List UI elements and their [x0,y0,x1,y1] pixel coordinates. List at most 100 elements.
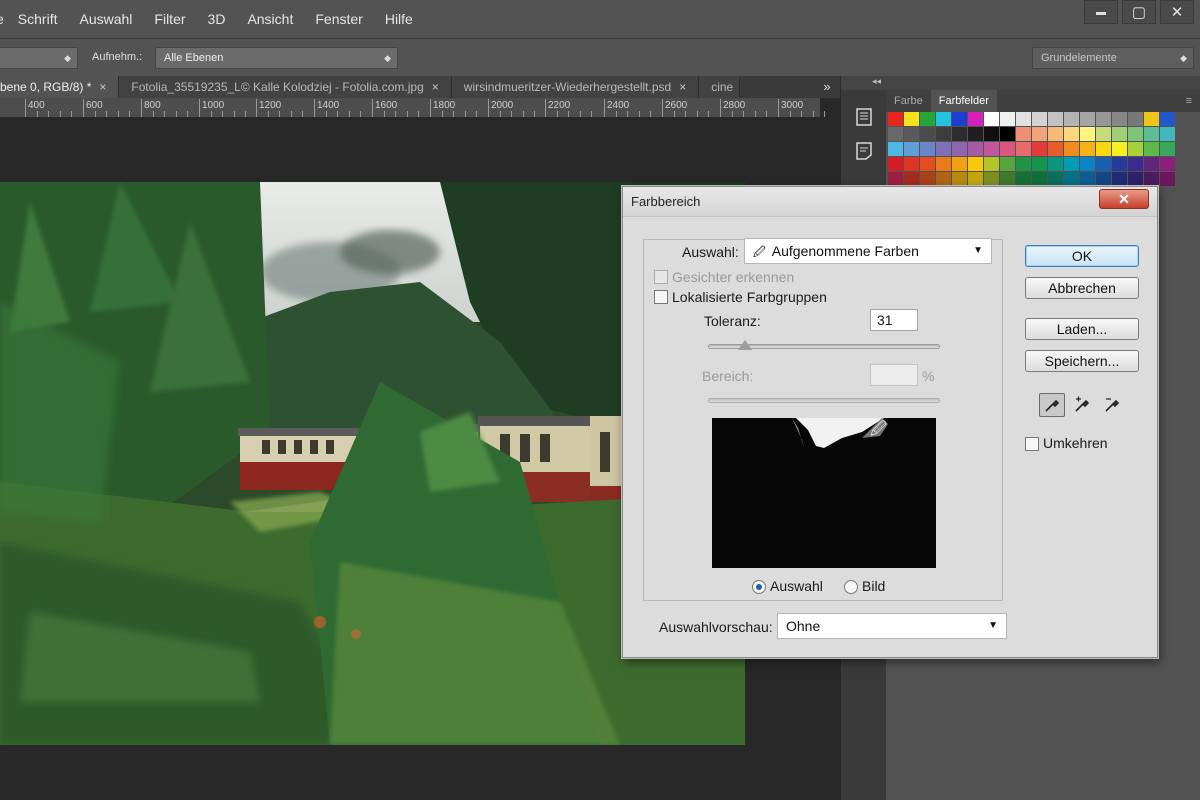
color-swatch[interactable] [1144,142,1159,156]
color-swatch[interactable] [1112,127,1127,141]
color-swatch[interactable] [920,112,935,126]
detect-faces-checkbox[interactable] [654,270,668,284]
color-swatch[interactable] [1096,157,1111,171]
color-swatch[interactable] [1128,157,1143,171]
preview-mode-select[interactable]: Ohne ▼ [777,613,1007,639]
color-swatch[interactable] [1048,157,1063,171]
menu-item-schrift[interactable]: Schrift [18,11,58,27]
color-swatch[interactable] [1144,127,1159,141]
color-swatch[interactable] [1128,127,1143,141]
load-button[interactable]: Laden... [1025,318,1139,340]
minimize-button[interactable]: ▬ [1084,0,1118,24]
color-swatch[interactable] [1000,127,1015,141]
menu-item-ansicht[interactable]: Ansicht [247,11,293,27]
color-swatch[interactable] [904,142,919,156]
color-swatch[interactable] [1080,142,1095,156]
sample-size-select[interactable]: ◆ [0,47,78,69]
color-swatch[interactable] [1112,172,1127,186]
color-swatch[interactable] [1048,112,1063,126]
invert-checkbox[interactable] [1025,437,1039,451]
color-swatch[interactable] [1160,142,1175,156]
color-swatch[interactable] [1048,172,1063,186]
color-swatch[interactable] [1112,112,1127,126]
tab-overflow-button[interactable]: » [814,76,840,98]
menu-item-filter[interactable]: Filter [154,11,185,27]
color-swatch[interactable] [968,127,983,141]
range-input[interactable] [870,364,918,386]
color-swatch[interactable] [904,157,919,171]
color-swatch[interactable] [1016,127,1031,141]
color-swatch[interactable] [936,142,951,156]
color-swatch[interactable] [920,142,935,156]
color-swatch[interactable] [1064,172,1079,186]
menu-item-fenster[interactable]: Fenster [315,11,362,27]
workspace-select[interactable]: Grundelemente ◆ [1032,47,1194,69]
ok-button[interactable]: OK [1025,245,1139,267]
color-swatch[interactable] [968,142,983,156]
radio-bild[interactable] [844,580,858,594]
color-swatch[interactable] [1032,172,1047,186]
close-tab-icon[interactable]: × [679,80,686,94]
collapse-panels-button[interactable]: ◂◂ [841,76,887,90]
color-swatch[interactable] [1144,112,1159,126]
color-swatch[interactable] [1016,172,1031,186]
menu-item-hilfe[interactable]: Hilfe [385,11,413,27]
color-swatch[interactable] [1048,127,1063,141]
color-swatch[interactable] [1016,142,1031,156]
color-swatch[interactable] [1160,157,1175,171]
color-swatch[interactable] [1112,157,1127,171]
color-swatch[interactable] [904,172,919,186]
color-swatch[interactable] [1096,172,1111,186]
color-swatch[interactable] [968,172,983,186]
color-swatch[interactable] [1080,157,1095,171]
color-swatch[interactable] [1080,112,1095,126]
menu-item-auswahl[interactable]: Auswahl [79,11,132,27]
color-swatch[interactable] [920,127,935,141]
notes-panel-icon[interactable] [853,140,875,162]
color-swatch[interactable] [1080,172,1095,186]
color-swatch[interactable] [936,172,951,186]
save-button[interactable]: Speichern... [1025,350,1139,372]
color-swatch[interactable] [984,172,999,186]
color-swatch[interactable] [904,127,919,141]
color-swatch[interactable] [1096,142,1111,156]
color-swatch[interactable] [952,172,967,186]
color-swatch[interactable] [1128,112,1143,126]
color-swatch[interactable] [1000,157,1015,171]
tab-document-4[interactable]: cine [699,76,741,98]
color-swatch[interactable] [1032,157,1047,171]
close-tab-icon[interactable]: × [432,80,439,94]
color-swatch[interactable] [1128,172,1143,186]
close-tab-icon[interactable]: × [99,80,106,94]
color-swatch[interactable] [952,142,967,156]
color-swatch[interactable] [1160,172,1175,186]
color-swatch[interactable] [1144,172,1159,186]
color-swatch[interactable] [1016,112,1031,126]
color-swatch[interactable] [888,112,903,126]
color-swatch[interactable] [920,172,935,186]
tab-farbfelder[interactable]: Farbfelder [930,90,997,112]
tab-farbe[interactable]: Farbe [886,90,931,112]
menu-item-partial[interactable]: e [0,11,4,27]
radio-auswahl[interactable] [752,580,766,594]
color-swatch[interactable] [1128,142,1143,156]
color-swatch[interactable] [1016,157,1031,171]
eyedropper-minus-button[interactable] [1099,393,1125,417]
color-swatch[interactable] [1064,112,1079,126]
color-swatch[interactable] [1112,142,1127,156]
history-panel-icon[interactable] [853,106,875,128]
close-window-button[interactable]: ✕ [1160,0,1194,24]
color-swatch[interactable] [1064,142,1079,156]
tab-document-3[interactable]: wirsindmueritzer-Wiederhergestellt.psd × [451,76,700,98]
color-swatch[interactable] [984,127,999,141]
color-swatch[interactable] [1080,127,1095,141]
color-swatch[interactable] [952,127,967,141]
color-swatch[interactable] [1144,157,1159,171]
eyedropper-plus-button[interactable] [1069,393,1095,417]
color-swatch[interactable] [1032,142,1047,156]
color-swatch[interactable] [1000,172,1015,186]
color-swatch[interactable] [1064,157,1079,171]
color-swatch[interactable] [968,112,983,126]
select-dropdown[interactable]: 🖉 Aufgenommene Farben ▼ [744,238,992,264]
color-swatch[interactable] [1096,127,1111,141]
